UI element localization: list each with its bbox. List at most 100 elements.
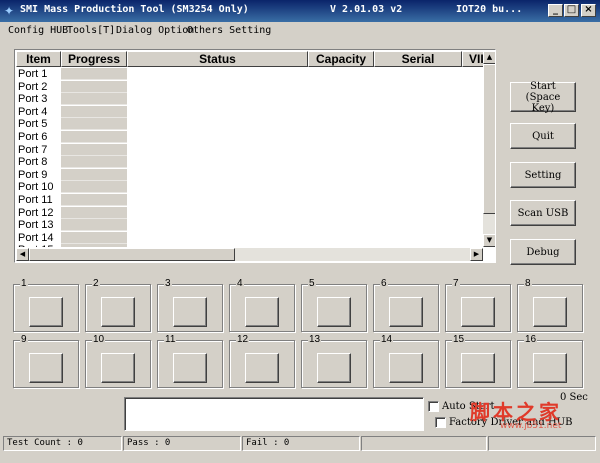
- port-group-4: 4: [229, 278, 295, 332]
- row-progress-bar: [61, 105, 127, 118]
- row-progress-bar: [61, 231, 127, 244]
- log-output[interactable]: [124, 397, 424, 431]
- port-number: 13: [308, 334, 322, 346]
- row-progress-bar: [61, 181, 127, 194]
- window-title: SMI Mass Production Tool (SM3254 Only): [20, 4, 249, 15]
- column-header-serial[interactable]: Serial: [374, 51, 462, 67]
- port-number: 11: [164, 334, 177, 346]
- port-status-button[interactable]: [389, 297, 423, 327]
- port-status-button[interactable]: [173, 353, 207, 383]
- horizontal-scrollbar[interactable]: ◀ ▶: [16, 248, 483, 261]
- auto-start-checkbox-box[interactable]: [428, 401, 439, 412]
- table-row[interactable]: Port 6: [16, 131, 483, 144]
- vertical-scrollbar[interactable]: ▲ ▼: [483, 51, 495, 247]
- table-row[interactable]: Port 12: [16, 206, 483, 220]
- row-item-label: Port 7: [18, 143, 48, 156]
- table-row[interactable]: Port 4: [16, 105, 483, 119]
- port-table[interactable]: Item Progress Status Capacity Serial VII…: [14, 49, 496, 263]
- scroll-up-icon[interactable]: ▲: [483, 51, 495, 64]
- title-bar[interactable]: ✦ SMI Mass Production Tool (SM3254 Only)…: [0, 0, 600, 22]
- row-progress-bar: [61, 206, 127, 219]
- row-item-label: Port 15: [18, 244, 53, 247]
- menu-others-setting[interactable]: Others Setting: [187, 25, 271, 36]
- column-header-capacity[interactable]: Capacity: [308, 51, 374, 67]
- table-row[interactable]: Port 10: [16, 181, 483, 194]
- port-number: 8: [524, 278, 532, 290]
- row-item-label: Port 12: [18, 206, 54, 219]
- column-header-status[interactable]: Status: [127, 51, 308, 67]
- row-progress-bar: [61, 168, 127, 181]
- row-progress-bar: [61, 68, 127, 80]
- port-status-button[interactable]: [461, 353, 495, 383]
- column-header-progress[interactable]: Progress: [61, 51, 127, 67]
- horizontal-scroll-thumb[interactable]: [29, 248, 235, 261]
- vertical-scroll-thumb[interactable]: [483, 64, 495, 214]
- table-row[interactable]: Port 13: [16, 219, 483, 232]
- port-number: 5: [308, 278, 316, 290]
- setting-button[interactable]: Setting: [510, 162, 576, 188]
- row-item-label: Port 5: [18, 118, 48, 131]
- window-version: V 2.01.03 v2: [330, 4, 403, 15]
- status-test-count: Test Count : 0: [3, 436, 122, 451]
- minimize-button[interactable]: _: [548, 4, 563, 17]
- menu-config-hub[interactable]: Config HUB: [8, 25, 68, 36]
- close-button[interactable]: ×: [581, 4, 596, 17]
- scan-usb-button[interactable]: Scan USB: [510, 200, 576, 226]
- port-group-12: 12: [229, 334, 295, 388]
- port-number: 7: [452, 278, 460, 290]
- row-item-label: Port 1: [18, 68, 48, 80]
- status-empty-2: [488, 436, 596, 451]
- port-status-button[interactable]: [173, 297, 207, 327]
- table-row[interactable]: Port 15: [16, 244, 483, 247]
- scroll-right-icon[interactable]: ▶: [470, 248, 483, 261]
- port-status-button[interactable]: [245, 353, 279, 383]
- row-item-label: Port 3: [18, 93, 48, 106]
- debug-button[interactable]: Debug: [510, 239, 576, 265]
- factory-driver-checkbox-box[interactable]: [435, 417, 446, 428]
- table-row[interactable]: Port 5: [16, 118, 483, 131]
- port-status-button[interactable]: [533, 297, 567, 327]
- table-row[interactable]: Port 2: [16, 80, 483, 94]
- port-group-9: 9: [13, 334, 79, 388]
- scroll-down-icon[interactable]: ▼: [483, 234, 495, 247]
- app-icon: ✦: [4, 4, 15, 18]
- menu-tools[interactable]: Tools[T]: [67, 25, 115, 36]
- table-row[interactable]: Port 3: [16, 93, 483, 106]
- column-header-vid[interactable]: VII: [462, 51, 483, 67]
- status-bar: Test Count : 0 Pass : 0 Fail : 0: [0, 436, 600, 451]
- table-row[interactable]: Port 9: [16, 168, 483, 182]
- scroll-left-icon[interactable]: ◀: [16, 248, 29, 261]
- port-status-button[interactable]: [245, 297, 279, 327]
- column-header-item[interactable]: Item: [16, 51, 61, 67]
- table-row[interactable]: Port 14: [16, 231, 483, 245]
- port-status-button[interactable]: [533, 353, 567, 383]
- quit-button[interactable]: Quit: [510, 123, 576, 149]
- port-group-7: 7: [445, 278, 511, 332]
- menu-dialog-option[interactable]: Dialog Option: [116, 25, 194, 36]
- port-number: 15: [452, 334, 466, 346]
- status-fail: Fail : 0: [242, 436, 360, 451]
- window-title-right: IOT20 bu...: [456, 4, 523, 15]
- row-item-label: Port 2: [18, 80, 48, 93]
- table-row[interactable]: Port 8: [16, 156, 483, 169]
- port-status-button[interactable]: [389, 353, 423, 383]
- port-group-2: 2: [85, 278, 151, 332]
- port-status-button[interactable]: [29, 353, 63, 383]
- table-row[interactable]: Port 7: [16, 143, 483, 157]
- port-number: 14: [380, 334, 394, 346]
- table-row[interactable]: Port 1: [16, 68, 483, 81]
- maximize-button[interactable]: □: [564, 4, 579, 17]
- start-button[interactable]: Start (Space Key): [510, 81, 576, 114]
- port-status-button[interactable]: [317, 353, 351, 383]
- row-item-label: Port 14: [18, 231, 54, 244]
- port-status-button[interactable]: [101, 297, 135, 327]
- table-row[interactable]: Port 11: [16, 194, 483, 207]
- port-status-button[interactable]: [29, 297, 63, 327]
- row-progress-bar: [61, 219, 127, 232]
- port-group-8: 8: [517, 278, 583, 332]
- port-status-button[interactable]: [317, 297, 351, 327]
- port-status-button[interactable]: [461, 297, 495, 327]
- port-status-button[interactable]: [101, 353, 135, 383]
- port-group-13: 13: [301, 334, 367, 388]
- port-group-14: 14: [373, 334, 439, 388]
